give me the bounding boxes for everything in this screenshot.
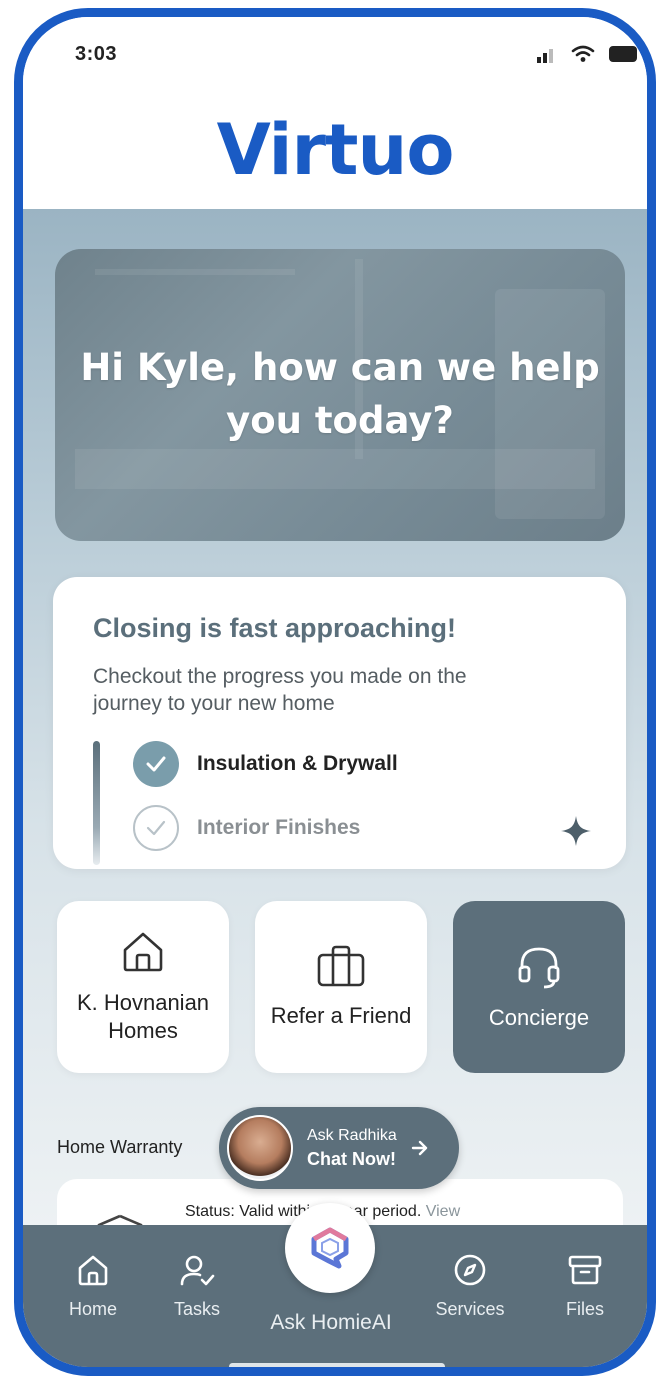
chat-now-label: Chat Now! [307, 1148, 396, 1169]
tab-files[interactable]: Files [555, 1253, 615, 1320]
progress-step-pending: Interior Finishes [133, 805, 360, 851]
house-icon [123, 932, 163, 972]
homieai-logo-icon [311, 1227, 349, 1269]
step-label: Insulation & Drywall [197, 752, 398, 775]
tab-label: Services [435, 1299, 505, 1319]
virtuo-logo: Virtuo [216, 109, 455, 191]
sparkle-icon [561, 816, 591, 846]
home-warranty-label: Home Warranty [57, 1137, 183, 1157]
archive-icon [568, 1255, 602, 1285]
builder-homes-button[interactable]: K. Hovnanian Homes [57, 901, 229, 1073]
app-screen: 3:03 Virtuo Hi Kyle, how can we help you… [23, 17, 647, 1367]
home-content: Hi Kyle, how can we help you today? Clos… [23, 209, 647, 1259]
battery-icon [609, 46, 637, 62]
check-outline-icon [133, 805, 179, 851]
hero-greeting: Hi Kyle, how can we help you today? [80, 346, 600, 442]
compass-icon [454, 1254, 486, 1286]
phone-frame: 3:03 Virtuo Hi Kyle, how can we help you… [14, 8, 656, 1376]
closing-subtitle: Checkout the progress you made on the jo… [93, 665, 467, 716]
hero-deco-counter [75, 449, 595, 489]
action-label: Concierge [488, 1005, 590, 1030]
closing-progress-card[interactable]: Closing is fast approaching! Checkout th… [53, 577, 626, 869]
tab-ask-homieai[interactable]: Ask HomieAI [251, 1311, 411, 1335]
wifi-icon [571, 45, 595, 62]
briefcase-icon [317, 945, 365, 987]
tab-home[interactable]: Home [63, 1253, 123, 1320]
hero-banner: Hi Kyle, how can we help you today? [55, 249, 625, 541]
signal-icon [537, 49, 553, 63]
user-check-icon [180, 1255, 215, 1286]
headset-icon [518, 947, 560, 989]
tab-label: Files [565, 1299, 604, 1319]
closing-title: Closing is fast approaching! [93, 613, 457, 643]
step-label: Interior Finishes [197, 816, 361, 839]
timeline-bar [93, 741, 100, 865]
agent-avatar [227, 1115, 293, 1181]
home-icon [78, 1255, 108, 1286]
chat-text: Ask Radhika Chat Now! [307, 1127, 397, 1170]
status-time: 3:03 [75, 43, 118, 65]
concierge-button[interactable]: Concierge [453, 901, 625, 1073]
arrow-right-icon [411, 1140, 428, 1156]
status-icons [537, 45, 639, 63]
tab-services[interactable]: Services [425, 1253, 515, 1320]
tab-tasks[interactable]: Tasks [167, 1253, 227, 1320]
action-label: K. Hovnanian Homes [76, 990, 210, 1043]
tab-label: Tasks [173, 1299, 220, 1319]
status-bar: 3:03 [23, 17, 647, 87]
chat-now-button[interactable]: Ask Radhika Chat Now! [219, 1107, 459, 1189]
chat-ask-label: Ask Radhika [307, 1126, 397, 1144]
app-header: Virtuo [23, 87, 647, 209]
warranty-view-link[interactable]: View [426, 1203, 460, 1220]
tab-label: Home [68, 1299, 117, 1319]
hero-deco-line [95, 269, 295, 275]
progress-step-completed: Insulation & Drywall [133, 741, 398, 787]
home-indicator [229, 1363, 445, 1367]
action-label: Refer a Friend [270, 1003, 412, 1029]
homieai-button[interactable] [285, 1203, 375, 1293]
check-filled-icon [133, 741, 179, 787]
refer-friend-button[interactable]: Refer a Friend [255, 901, 427, 1073]
